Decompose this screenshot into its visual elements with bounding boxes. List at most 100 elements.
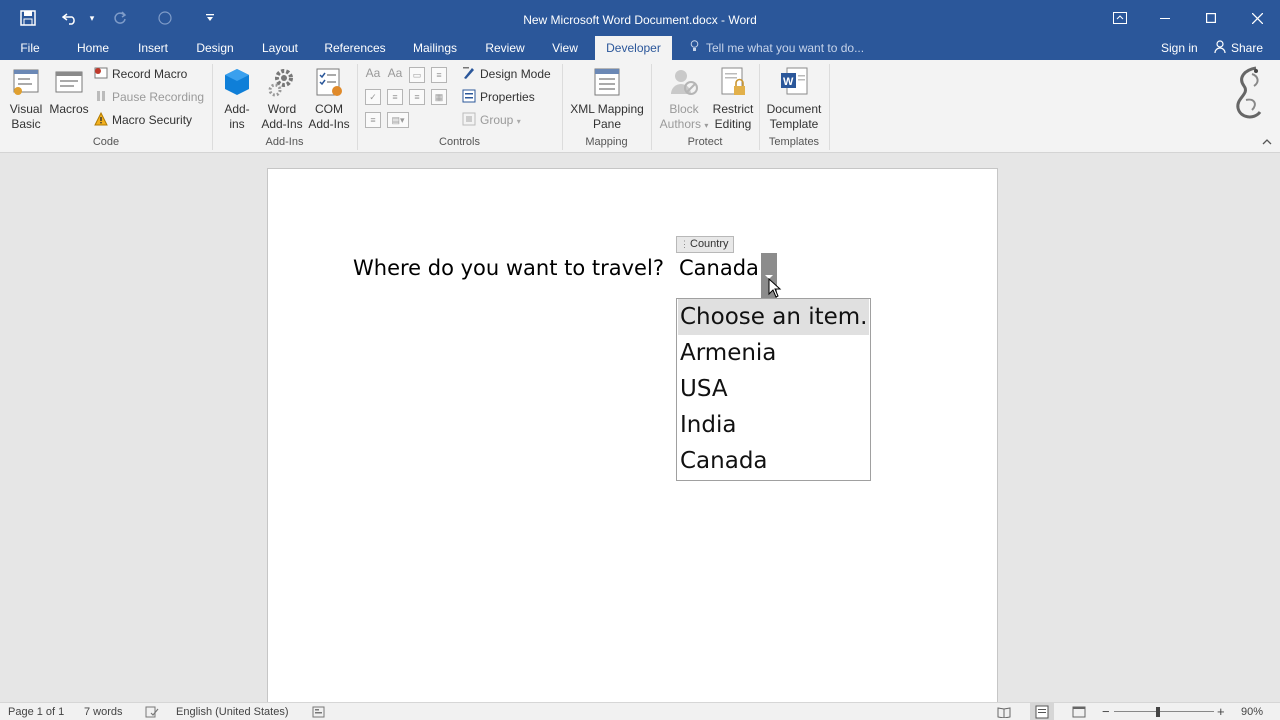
combo-box-control-icon[interactable]: ≡ (387, 89, 403, 105)
dropdown-item[interactable]: India (678, 407, 869, 443)
restrict-editing-label-2: Editing (714, 117, 752, 131)
quick-access-toolbar: ▾ (0, 0, 230, 36)
xml-mapping-label-1: XML Mapping (570, 102, 644, 116)
xml-mapping-pane-button[interactable]: XML Mapping Pane (566, 64, 648, 134)
macro-recording-icon[interactable] (312, 706, 325, 718)
content-control-title: Country (690, 238, 729, 250)
macros-button[interactable]: Macros (48, 64, 90, 134)
block-authors-icon (668, 66, 700, 98)
save-icon[interactable] (0, 0, 56, 36)
dropdown-control-icon[interactable]: ≡ (409, 89, 425, 105)
dropdown-item[interactable]: Canada (678, 443, 869, 479)
xml-mapping-label-2: Pane (592, 117, 622, 131)
country-value[interactable]: Canada (679, 256, 759, 280)
tell-me-search[interactable]: Tell me what you want to do... (690, 36, 864, 60)
legacy-tools-icon[interactable]: ▤▾ (387, 112, 409, 128)
zoom-slider-thumb[interactable] (1156, 707, 1160, 717)
dropdown-item[interactable]: Choose an item. (678, 299, 869, 335)
picture-control-icon[interactable]: ▭ (409, 67, 425, 83)
drag-handle-icon: ⋮ (680, 239, 689, 249)
word-count[interactable]: 7 words (84, 703, 123, 720)
restrict-editing-label-1: Restrict (712, 102, 754, 116)
minimize-icon[interactable] (1142, 0, 1188, 36)
collapse-ribbon-icon[interactable] (1262, 136, 1272, 148)
document-template-button[interactable]: W Document Template (762, 64, 826, 134)
share-button[interactable]: Share (1214, 36, 1263, 60)
tab-file[interactable]: File (10, 36, 50, 60)
group-button[interactable]: Group ▾ (462, 110, 521, 130)
macros-label: Macros (49, 102, 89, 116)
touch-mode-icon[interactable] (140, 0, 190, 36)
document-template-label-2: Template (769, 117, 819, 131)
macro-security-label: Macro Security (112, 113, 193, 127)
design-mode-button[interactable]: Design Mode (462, 64, 551, 84)
close-icon[interactable] (1234, 0, 1280, 36)
tab-design[interactable]: Design (191, 36, 239, 60)
country-dropdown-list: Choose an item. Armenia USA India Canada (676, 298, 871, 481)
rich-text-control-icon[interactable]: Aa (365, 66, 381, 82)
plain-text-control-icon[interactable]: Aa (387, 66, 403, 82)
zoom-level[interactable]: 90% (1241, 703, 1263, 720)
print-layout-icon[interactable] (1030, 703, 1054, 720)
design-mode-icon (462, 66, 476, 80)
chevron-down-icon: ▾ (704, 121, 709, 130)
pause-icon (94, 89, 108, 103)
group-label: Group (480, 113, 514, 127)
tab-home[interactable]: Home (70, 36, 116, 60)
date-picker-control-icon[interactable]: ▦ (431, 89, 447, 105)
maximize-icon[interactable] (1188, 0, 1234, 36)
redo-icon[interactable] (100, 0, 140, 36)
content-control-title-tab[interactable]: ⋮Country (676, 236, 734, 253)
warning-icon (94, 111, 108, 126)
document-page[interactable] (267, 168, 998, 708)
undo-icon[interactable] (56, 0, 84, 36)
block-authors-label-1: Block (669, 102, 699, 116)
tab-insert[interactable]: Insert (130, 36, 176, 60)
zoom-in-button[interactable]: + (1217, 703, 1225, 720)
tell-me-placeholder: Tell me what you want to do... (706, 41, 865, 55)
ribbon-display-options-icon[interactable] (1098, 0, 1142, 36)
block-authors-button[interactable]: Block Authors ▾ (658, 64, 710, 134)
macro-security-button[interactable]: Macro Security (94, 110, 192, 130)
tab-developer[interactable]: Developer (595, 36, 672, 60)
read-mode-icon[interactable] (997, 706, 1011, 719)
addins-button[interactable]: Add- ins (219, 64, 255, 134)
word-addins-button[interactable]: Word Add-Ins (258, 64, 306, 134)
com-addins-button[interactable]: COM Add-Ins (306, 64, 352, 134)
dropdown-item[interactable]: Armenia (678, 335, 869, 371)
tab-references[interactable]: References (320, 36, 390, 60)
dropdown-item[interactable]: USA (678, 371, 869, 407)
pause-recording-button[interactable]: Pause Recording (94, 87, 204, 107)
proofing-icon[interactable] (145, 706, 159, 718)
customize-qat-icon[interactable] (190, 0, 230, 36)
checkbox-control-icon[interactable]: ✓ (365, 89, 381, 105)
page-count[interactable]: Page 1 of 1 (8, 703, 64, 720)
properties-button[interactable]: Properties (462, 87, 535, 107)
record-macro-button[interactable]: Record Macro (94, 64, 187, 84)
zoom-out-button[interactable]: − (1102, 703, 1110, 720)
zoom-slider-track[interactable] (1114, 711, 1214, 712)
properties-icon (462, 89, 476, 103)
title-bar: ▾ New Microsoft Word Document.docx - Wor… (0, 0, 1280, 36)
share-label: Share (1231, 41, 1264, 55)
tab-mailings[interactable]: Mailings (405, 36, 465, 60)
tab-layout[interactable]: Layout (255, 36, 305, 60)
ribbon-tabs: File Home Insert Design Layout Reference… (0, 36, 1280, 60)
building-block-control-icon[interactable]: ≡ (431, 67, 447, 83)
web-layout-icon[interactable] (1072, 706, 1086, 718)
restrict-editing-button[interactable]: Restrict Editing (710, 64, 756, 134)
language-indicator[interactable]: English (United States) (176, 703, 289, 720)
sign-in-link[interactable]: Sign in (1161, 36, 1198, 60)
ribbon: Visual Basic Macros Record Macro Pause R… (0, 60, 1280, 153)
question-text: Where do you want to travel? (353, 256, 664, 280)
visual-basic-button[interactable]: Visual Basic (6, 64, 46, 134)
group-label-templates: Templates (768, 136, 820, 148)
undo-dropdown-icon[interactable]: ▾ (84, 0, 100, 36)
com-addins-label-1: COM (315, 102, 343, 116)
gear-icon (266, 66, 298, 98)
com-addins-icon (313, 66, 345, 98)
tab-review[interactable]: Review (480, 36, 530, 60)
tab-view[interactable]: View (545, 36, 585, 60)
repeating-section-control-icon[interactable]: ≡ (365, 112, 381, 128)
word-document-icon: W (778, 66, 810, 98)
